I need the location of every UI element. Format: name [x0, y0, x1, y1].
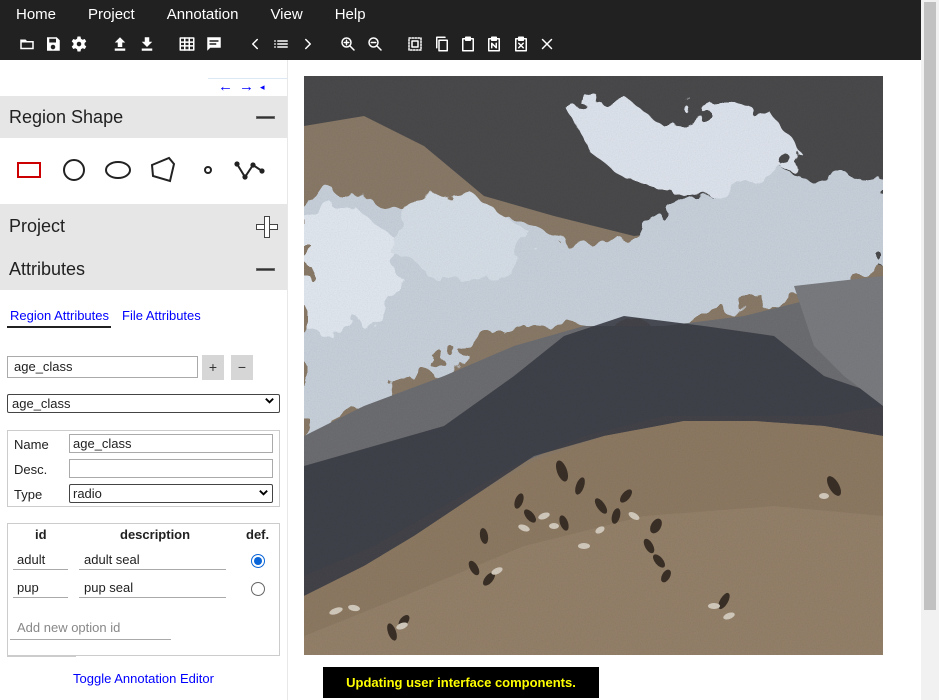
zoom-in-icon[interactable] — [337, 33, 359, 55]
option-default-radio[interactable] — [251, 554, 265, 568]
region-shape-list — [0, 138, 287, 204]
panel-nav: ← → ◂ — [208, 78, 287, 94]
type-select[interactable]: radio — [69, 484, 273, 503]
option-description-header: description — [120, 527, 191, 542]
desc-field[interactable] — [69, 459, 273, 478]
expand-plus-icon[interactable] — [255, 215, 278, 238]
scrollbar-thumb[interactable] — [924, 2, 936, 610]
name-label: Name — [14, 437, 49, 452]
upload-icon[interactable] — [109, 33, 131, 55]
panel-collapse-icon[interactable]: ◂ — [260, 80, 265, 94]
save-icon[interactable] — [42, 33, 64, 55]
zoom-out-icon[interactable] — [364, 33, 386, 55]
polygon-shape-icon[interactable] — [145, 152, 181, 188]
chevron-down-icon — [264, 395, 275, 412]
close-icon[interactable] — [536, 33, 558, 55]
top-bar: Home Project Annotation View Help — [0, 0, 921, 60]
aerial-seal-photo — [304, 76, 883, 655]
settings-gear-icon[interactable] — [68, 33, 90, 55]
rectangle-shape-icon[interactable] — [11, 152, 47, 188]
chevron-down-icon — [258, 485, 269, 502]
chevron-left-icon[interactable] — [244, 33, 266, 55]
option-description-field[interactable]: adult seal — [79, 548, 226, 570]
region-shape-header[interactable]: Region Shape — [0, 96, 287, 138]
new-option-input[interactable]: Add new option id — [10, 618, 171, 640]
menu-help[interactable]: Help — [319, 0, 382, 30]
paste-n-icon[interactable] — [483, 33, 505, 55]
option-id-field[interactable]: pup — [13, 576, 68, 598]
project-title: Project — [9, 215, 66, 236]
option-default-radio[interactable] — [251, 582, 265, 596]
panel-next-arrow-icon[interactable]: → — [239, 79, 254, 94]
vertical-scrollbar[interactable] — [921, 0, 939, 700]
menu-bar: Home Project Annotation View Help — [0, 0, 382, 30]
chevron-right-icon[interactable] — [297, 33, 319, 55]
desc-label: Desc. — [14, 462, 48, 477]
attribute-name-input[interactable]: age_class — [7, 356, 198, 378]
collapse-minus-icon[interactable] — [255, 258, 277, 280]
image-canvas[interactable] — [304, 76, 883, 655]
project-header[interactable]: Project — [0, 204, 287, 248]
type-select-value: radio — [73, 486, 102, 501]
polyline-shape-icon[interactable] — [232, 152, 268, 188]
status-message: Updating user interface components. — [323, 667, 599, 698]
paste-delete-icon[interactable] — [510, 33, 532, 55]
attribute-properties: Name age_class Desc. Type radio — [7, 430, 280, 507]
attributes-header[interactable]: Attributes — [0, 248, 287, 290]
point-shape-icon[interactable] — [190, 152, 226, 188]
circle-shape-icon[interactable] — [56, 152, 92, 188]
attribute-tabs: Region Attributes File Attributes — [7, 308, 203, 328]
menu-home[interactable]: Home — [0, 0, 72, 30]
name-field[interactable]: age_class — [69, 434, 273, 453]
option-description-field[interactable]: pup seal — [79, 576, 226, 598]
type-label: Type — [14, 487, 43, 502]
grid-view-icon[interactable] — [176, 33, 198, 55]
attribute-select-value: age_class — [12, 396, 71, 411]
option-default-header: def. — [246, 527, 270, 542]
download-icon[interactable] — [136, 33, 158, 55]
attributes-title: Attributes — [9, 258, 86, 279]
attribute-select[interactable]: age_class — [7, 394, 280, 413]
comment-icon[interactable] — [203, 33, 225, 55]
select-all-icon[interactable] — [404, 33, 426, 55]
ellipse-shape-icon[interactable] — [100, 152, 136, 188]
tab-region-attributes[interactable]: Region Attributes — [7, 308, 112, 328]
menu-annotation[interactable]: Annotation — [151, 0, 255, 30]
copy-icon[interactable] — [431, 33, 453, 55]
open-folder-icon[interactable] — [16, 33, 38, 55]
option-id-field[interactable]: adult — [13, 548, 68, 570]
option-id-header: id — [35, 527, 47, 542]
menu-view[interactable]: View — [254, 0, 318, 30]
remove-attribute-button[interactable]: − — [231, 355, 253, 380]
add-attribute-button[interactable]: + — [202, 355, 224, 380]
paste-icon[interactable] — [457, 33, 479, 55]
divider — [7, 656, 76, 657]
left-panel: ← → ◂ Region Shape Project Attributes Re… — [0, 60, 288, 700]
region-shape-title: Region Shape — [9, 106, 124, 127]
collapse-minus-icon[interactable] — [255, 106, 277, 128]
list-icon[interactable] — [270, 33, 292, 55]
toggle-annotation-editor-link[interactable]: Toggle Annotation Editor — [73, 671, 214, 686]
tab-file-attributes[interactable]: File Attributes — [119, 308, 203, 328]
menu-project[interactable]: Project — [72, 0, 151, 30]
panel-prev-arrow-icon[interactable]: ← — [218, 79, 233, 94]
